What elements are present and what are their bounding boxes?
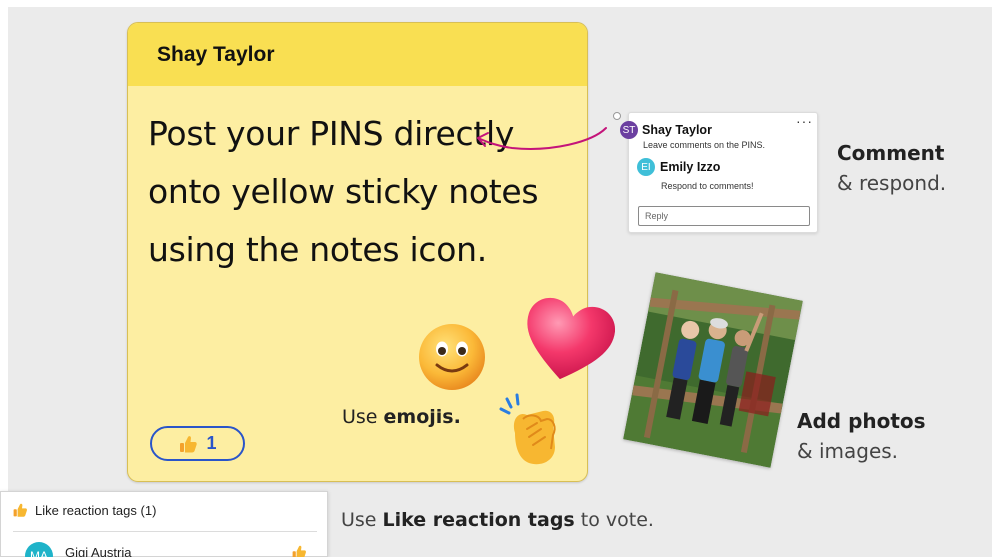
avatar: EI — [637, 158, 655, 176]
slide-canvas: Shay Taylor Post your PINS directly onto… — [0, 0, 992, 557]
comment-callout-rest: & respond. — [837, 171, 947, 195]
vote-callout-suffix: to vote. — [574, 509, 654, 531]
photos-callout-bold: Add photos — [797, 409, 926, 433]
comment-callout: Comment & respond. — [837, 138, 946, 198]
comment-callout-bold: Comment — [837, 141, 945, 165]
reply-author: Emily Izzo — [660, 160, 721, 174]
photos-callout: Add photos & images. — [797, 406, 926, 466]
more-options-icon[interactable]: ··· — [796, 113, 813, 129]
emoji-caption: Use emojis. — [342, 406, 461, 428]
thumbs-up-icon — [180, 435, 198, 452]
comment-thread-card[interactable]: ··· ST Shay Taylor Leave comments on the… — [620, 112, 818, 233]
like-user-name: Gigi Austria — [65, 545, 132, 557]
vote-callout-prefix: Use — [341, 509, 383, 531]
smiling-face-emoji-icon — [419, 324, 485, 390]
sticky-note[interactable]: Shay Taylor Post your PINS directly onto… — [127, 22, 588, 482]
pointer-arrow — [477, 127, 607, 150]
like-reaction-pill[interactable]: 1 — [150, 426, 245, 461]
thumbs-up-icon — [13, 503, 27, 517]
comment-text: Leave comments on the PINS. — [643, 140, 766, 150]
thread-link-icon — [613, 112, 621, 120]
divider — [13, 531, 317, 532]
sticky-note-author: Shay Taylor — [128, 23, 587, 86]
avatar: ST — [620, 121, 638, 139]
photos-callout-rest: & images. — [797, 439, 899, 463]
avatar: MA — [25, 542, 53, 557]
vote-callout-bold: Like reaction tags — [382, 509, 575, 531]
vote-callout: Use Like reaction tags to vote. — [341, 509, 654, 531]
reply-input[interactable]: Reply — [638, 206, 810, 226]
ropes-course-photo[interactable] — [623, 272, 803, 468]
like-panel-title: Like reaction tags (1) — [35, 503, 157, 518]
thumbs-up-icon — [292, 545, 306, 557]
emoji-caption-prefix: Use — [342, 406, 384, 428]
photo-image — [623, 272, 803, 468]
clapping-hands-emoji-icon — [499, 393, 556, 465]
reply-text: Respond to comments! — [661, 181, 754, 191]
emoji-caption-bold: emojis. — [383, 406, 461, 428]
like-count: 1 — [206, 433, 217, 453]
comment-author: Shay Taylor — [642, 123, 712, 137]
like-reaction-tags-panel[interactable]: Like reaction tags (1) MA Gigi Austria — [0, 491, 328, 557]
